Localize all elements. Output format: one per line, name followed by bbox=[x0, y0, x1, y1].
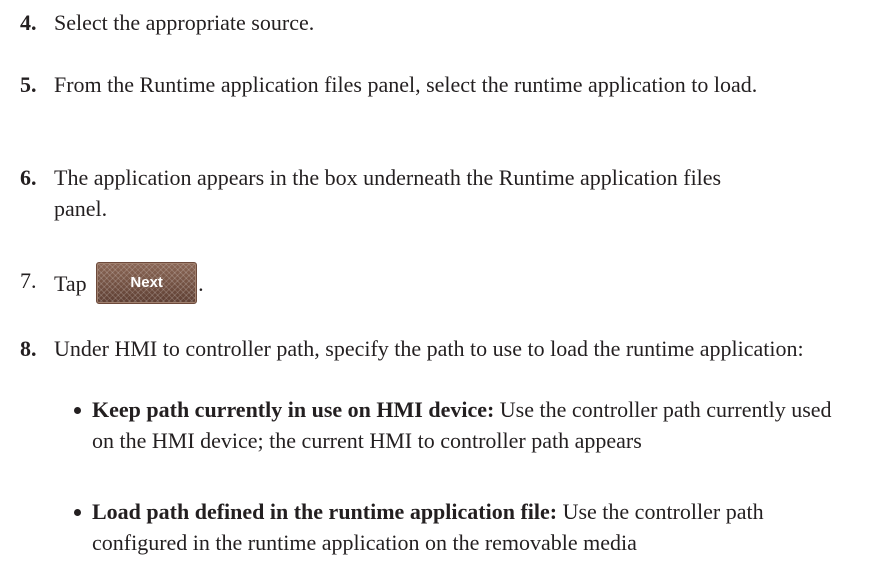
bullet-term: Keep path currently in use on HMI device… bbox=[92, 397, 495, 422]
next-button[interactable]: Next bbox=[96, 262, 198, 304]
period: . bbox=[198, 271, 204, 297]
tap-label: Tap bbox=[54, 271, 87, 297]
step-number: 5. bbox=[20, 72, 37, 97]
step-text: From the Runtime application files panel… bbox=[54, 72, 758, 97]
step-number: 8. bbox=[20, 336, 37, 361]
step-text: Tap Next. bbox=[54, 262, 874, 307]
step-number: 6. bbox=[20, 165, 37, 190]
bullet-text: Load path defined in the runtime applica… bbox=[92, 496, 852, 558]
bullet-text: Keep path currently in use on HMI device… bbox=[92, 394, 852, 456]
step-text: Under HMI to controller path, specify th… bbox=[54, 336, 804, 361]
bullet-dot bbox=[74, 509, 81, 516]
bullet-term: Load path defined in the runtime applica… bbox=[92, 499, 558, 524]
step-text: The application appears in the box under… bbox=[54, 165, 722, 221]
bullet-dot bbox=[74, 407, 81, 414]
step-number: 7. bbox=[20, 268, 37, 293]
step-number: 4. bbox=[20, 10, 37, 35]
step-text: Select the appropriate source. bbox=[54, 10, 315, 35]
